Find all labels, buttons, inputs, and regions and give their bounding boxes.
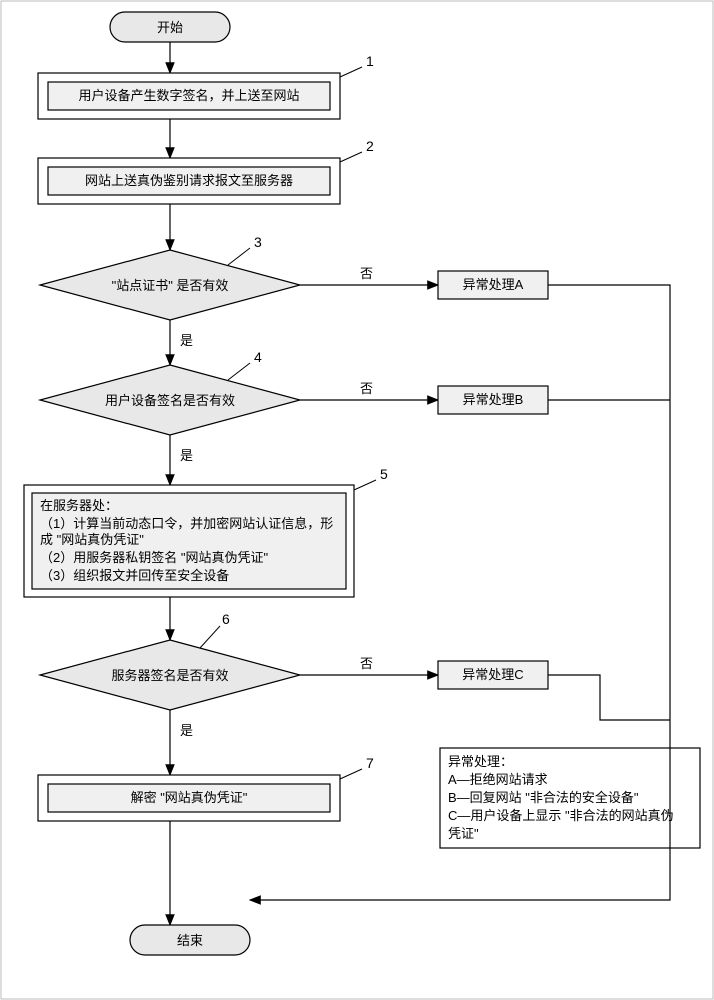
- decision-6: 服务器签名是否有效: [40, 640, 300, 710]
- leader-6: [200, 626, 220, 648]
- decision-3-text: "站点证书" 是否有效: [112, 278, 229, 293]
- exception-b: 异常处理B: [438, 386, 548, 414]
- leader-3: [228, 248, 250, 265]
- process-5-line3: （3）组织报文并回传至安全设备: [40, 568, 229, 583]
- legend-c2: 凭证": [448, 826, 479, 841]
- legend-b: B—回复网站 "非合法的安全设备": [448, 790, 639, 805]
- num-7: 7: [366, 755, 374, 771]
- end-label: 结束: [177, 933, 203, 948]
- decision-3-no: 否: [360, 266, 373, 281]
- exception-a: 异常处理A: [438, 271, 548, 299]
- exception-a-text: 异常处理A: [463, 277, 524, 292]
- leader-4: [228, 363, 250, 380]
- process-1: 用户设备产生数字签名，并上送至网站: [38, 73, 340, 119]
- decision-3-yes: 是: [180, 333, 193, 348]
- num-5: 5: [380, 466, 388, 482]
- legend-note: 异常处理： A—拒绝网站请求 B—回复网站 "非合法的安全设备" C—用户设备上…: [440, 748, 700, 848]
- leader-2: [340, 152, 362, 162]
- leader-5: [354, 480, 376, 490]
- legend-title: 异常处理：: [448, 754, 513, 769]
- exception-c-text: 异常处理C: [462, 667, 523, 682]
- num-1: 1: [366, 53, 374, 69]
- process-1-text: 用户设备产生数字签名，并上送至网站: [78, 88, 299, 103]
- start-label: 开始: [157, 20, 183, 35]
- num-2: 2: [366, 138, 374, 154]
- process-2: 网站上送真伪鉴别请求报文至服务器: [38, 158, 340, 204]
- decision-3: "站点证书" 是否有效: [40, 250, 300, 320]
- leader-7: [340, 769, 362, 779]
- process-2-text: 网站上送真伪鉴别请求报文至服务器: [85, 173, 293, 188]
- exception-b-text: 异常处理B: [463, 392, 524, 407]
- decision-4-yes: 是: [180, 448, 193, 463]
- legend-a: A—拒绝网站请求: [448, 772, 548, 787]
- process-5-line1b: 成 "网站真伪凭证": [40, 532, 144, 547]
- decision-6-no: 否: [360, 656, 373, 671]
- process-5-line2: （2）用服务器私钥签名 "网站真伪凭证": [40, 550, 268, 565]
- legend-c1: C—用户设备上显示 "非合法的网站真伪: [448, 808, 674, 823]
- decision-4-no: 否: [360, 381, 373, 396]
- process-5-line1: （1）计算当前动态口令，并加密网站认证信息，形: [40, 516, 333, 531]
- exC-route: [548, 675, 670, 720]
- leader-1: [340, 67, 362, 77]
- decision-4: 用户设备签名是否有效: [40, 365, 300, 435]
- decision-4-text: 用户设备签名是否有效: [105, 393, 235, 408]
- flowchart-diagram: 开始 用户设备产生数字签名，并上送至网站 1 网站上送真伪鉴别请求报文至服务器 …: [0, 0, 714, 1000]
- process-5-line0: 在服务器处：: [40, 498, 118, 513]
- process-7-text: 解密 "网站真伪凭证": [131, 790, 248, 805]
- num-4: 4: [254, 349, 262, 365]
- num-6: 6: [222, 611, 230, 627]
- num-3: 3: [254, 234, 262, 250]
- process-5: 在服务器处： （1）计算当前动态口令，并加密网站认证信息，形 成 "网站真伪凭证…: [24, 485, 354, 597]
- decision-6-yes: 是: [180, 723, 193, 738]
- process-7: 解密 "网站真伪凭证": [38, 775, 340, 821]
- decision-6-text: 服务器签名是否有效: [111, 668, 228, 683]
- exception-c: 异常处理C: [438, 661, 548, 689]
